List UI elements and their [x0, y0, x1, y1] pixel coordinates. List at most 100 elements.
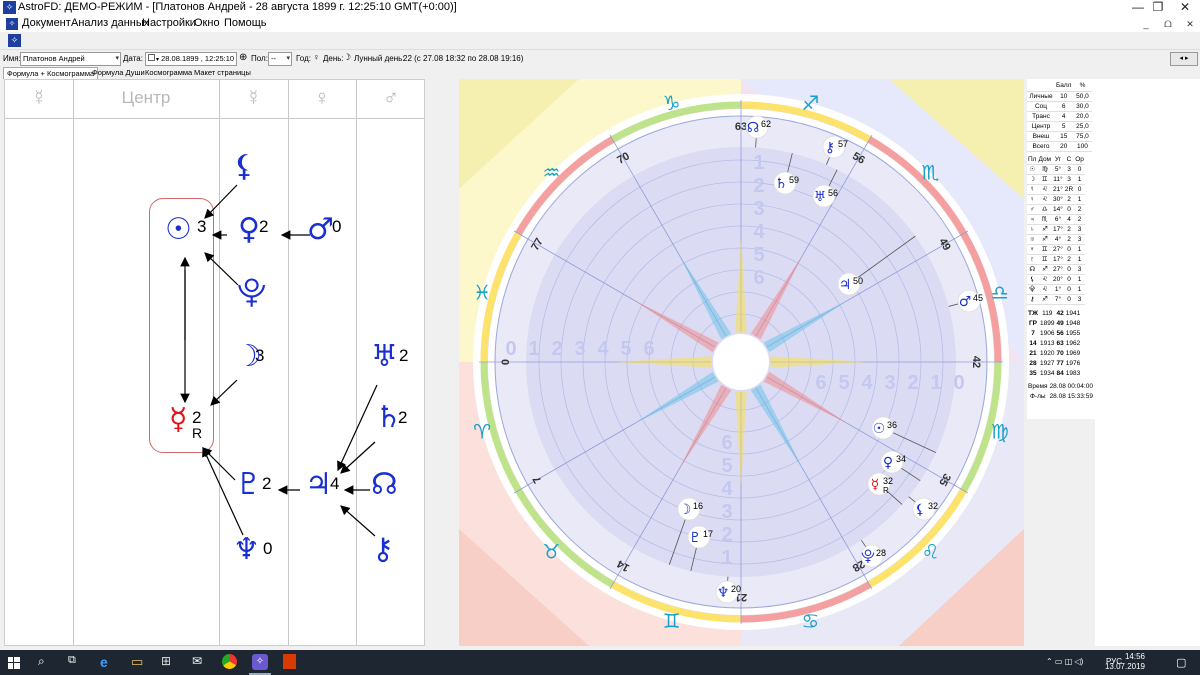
- mars-glyph: ♂: [307, 212, 334, 247]
- explorer-icon[interactable]: ▭: [131, 654, 147, 670]
- planet-row-cell: 1: [1074, 254, 1085, 265]
- score-row-cell: 10: [1055, 91, 1073, 102]
- planet-row-cell: 0: [1063, 274, 1075, 285]
- tray-icons[interactable]: ⌃ ▭ ◫ ◁): [1046, 657, 1083, 666]
- ring-number: 4: [597, 338, 609, 360]
- marker-degree: 17: [703, 529, 713, 539]
- toolbar: ✧: [0, 32, 1200, 50]
- tab-soul-formula[interactable]: Формула Души: [89, 67, 148, 79]
- year-row-cell: 77: [1056, 359, 1064, 367]
- planet-row-cell: ♊: [1037, 254, 1053, 265]
- zodiac-sign: ♍: [991, 419, 1009, 443]
- planet-row-cell: 2: [1063, 194, 1075, 205]
- planet-row-cell: 2R: [1063, 184, 1075, 195]
- year-table-body: ТЖ 119 42 1941 ГР 1899 49 1948 7 1906 56 1955 14 1913…: [1027, 308, 1081, 378]
- notifications-icon[interactable]: ▢: [1176, 656, 1186, 669]
- start-icon[interactable]: [8, 656, 20, 669]
- uranus-glyph: ♅: [371, 339, 398, 374]
- mdi-restore-button[interactable]: ᗝ: [1160, 17, 1176, 31]
- office-icon[interactable]: [283, 654, 296, 669]
- menu-settings[interactable]: Настройки: [142, 17, 196, 29]
- tab-page-layout[interactable]: Макет страницы: [191, 67, 254, 79]
- planet-row-cell: ♏: [1037, 214, 1053, 225]
- year-row-cell: 1948: [1065, 319, 1081, 327]
- planet-row: ♅ ♐ 4° 2 3: [1027, 234, 1085, 245]
- year-row-cell: 1906: [1040, 329, 1055, 337]
- year-row-cell: 56: [1056, 329, 1064, 337]
- menu-document[interactable]: Документ: [22, 17, 71, 29]
- score-row-cell: 15: [1055, 131, 1073, 142]
- nav-buttons[interactable]: ◂ ▸: [1170, 52, 1198, 66]
- year-row-cell: 1955: [1065, 329, 1081, 337]
- close-button[interactable]: ✕: [1165, 0, 1200, 16]
- planet-row: ♆ ♊ 27° 0 1: [1027, 244, 1085, 255]
- jupiter-number: 4: [330, 474, 340, 493]
- edge-icon[interactable]: e: [100, 654, 116, 670]
- ring-number: 2: [753, 175, 764, 197]
- pluto-icon: ♇: [689, 530, 702, 546]
- time-row: Время 28.08 00:04:00: [1027, 381, 1094, 391]
- date-field[interactable]: ▾ 28.08.1899 , 12:25:10: [145, 52, 237, 66]
- mdi-close-button[interactable]: ✕: [1182, 17, 1198, 31]
- year-row-cell: 1969: [1065, 349, 1081, 357]
- document-icon[interactable]: ✧: [6, 18, 18, 30]
- neptune-number: 0: [263, 539, 273, 558]
- mercury-retro: R: [192, 425, 203, 441]
- title-bar: ✧ AstroFD: ДЕМО-РЕЖИМ - [Платонов Андрей…: [0, 0, 1200, 16]
- tab-cosmogram[interactable]: Космограмма: [142, 67, 195, 79]
- marker-degree: 45: [973, 293, 983, 303]
- toolbar-app-icon[interactable]: ✧: [8, 34, 21, 47]
- astrofd-taskbar-icon[interactable]: ✧: [252, 654, 268, 670]
- score-table: Балл % Личные 10 50,0 Соц 6 30,0 Транс 4 20,0 Цен…: [1027, 81, 1093, 152]
- planet-row-cell: 4: [1063, 214, 1075, 225]
- mdi-minimize-button[interactable]: _: [1138, 17, 1154, 31]
- pluto-glyph: ♇: [235, 467, 262, 502]
- planet-row: ⚷ ♐ 7° 0 3: [1027, 294, 1085, 305]
- zodiac-sign: ♊: [663, 609, 681, 633]
- menu-window[interactable]: Окно: [194, 17, 220, 29]
- year-row-cell: 7: [1031, 329, 1035, 337]
- planet-row-cell: 27°: [1052, 244, 1064, 255]
- year-row: 21 1920 70 1969: [1027, 348, 1081, 358]
- chevron-down-icon: ▾: [115, 55, 119, 62]
- planet-row: ♃ ♏ 6° 4 2: [1027, 214, 1085, 225]
- mail-icon[interactable]: ✉: [192, 654, 208, 670]
- year-row-cell: 70: [1056, 349, 1064, 357]
- date-value: 28.08.1899 , 12:25:10: [161, 54, 235, 63]
- marker-degree: 34: [896, 454, 906, 464]
- tab-formula-cosmogram[interactable]: Формула + Космограмма: [3, 67, 99, 79]
- clock-time: 14:56: [1124, 652, 1145, 661]
- planet-row-cell: 2: [1074, 204, 1085, 215]
- pol-value: --: [271, 54, 276, 63]
- planet-row-cell: 2: [1063, 254, 1075, 265]
- planet-row-cell: ♐: [1037, 294, 1053, 305]
- menu-help[interactable]: Помощь: [224, 17, 267, 29]
- search-icon[interactable]: ⌕: [38, 654, 54, 670]
- task-view-icon[interactable]: ⧉: [68, 654, 84, 670]
- planet-row-cell: ☽: [1027, 174, 1038, 185]
- chrome-icon[interactable]: [222, 654, 237, 669]
- clock[interactable]: 14:56 13.07.2019: [1105, 652, 1145, 672]
- year-row: ТЖ 119 42 1941: [1027, 308, 1081, 318]
- planet-row-cell: 7°: [1052, 294, 1064, 305]
- lilith-icon: ⚸: [915, 502, 925, 518]
- pol-select[interactable]: -- ▾: [268, 52, 292, 66]
- calendar-icon[interactable]: [148, 54, 155, 61]
- planet-row: ♄ ♐ 17° 2 3: [1027, 224, 1085, 235]
- planet-row-cell: 27°: [1052, 264, 1064, 275]
- planet-row-cell: 2: [1074, 214, 1085, 225]
- tab-bar: Формула + Космограмма Формула Души Космо…: [0, 67, 460, 79]
- store-icon[interactable]: ⊞: [161, 654, 177, 670]
- score-row: Транс 4 20,0: [1027, 111, 1093, 122]
- year-row-cell: 1941: [1065, 309, 1081, 317]
- arrow-lines: [180, 184, 378, 537]
- menu-data-analysis[interactable]: Анализ данных: [71, 17, 149, 29]
- name-select[interactable]: Платонов Андрей ▾: [20, 52, 121, 66]
- formula-panel: ☿ Центр ☿ ♀ ♂ ⚸ ☉ 3 ♀ 2 ♂ 0 ⯓ ☽ 3 ♅ 2 ☿ …: [4, 79, 425, 646]
- score-row-cell: Личные: [1027, 91, 1055, 102]
- node-glyph: ☊: [371, 467, 398, 502]
- time-row-cell: 28.08 00:04:00: [1049, 382, 1093, 390]
- globe-icon[interactable]: ⊕: [239, 52, 247, 63]
- mars-icon: ♂: [959, 294, 972, 310]
- ring-number: 3: [574, 338, 585, 360]
